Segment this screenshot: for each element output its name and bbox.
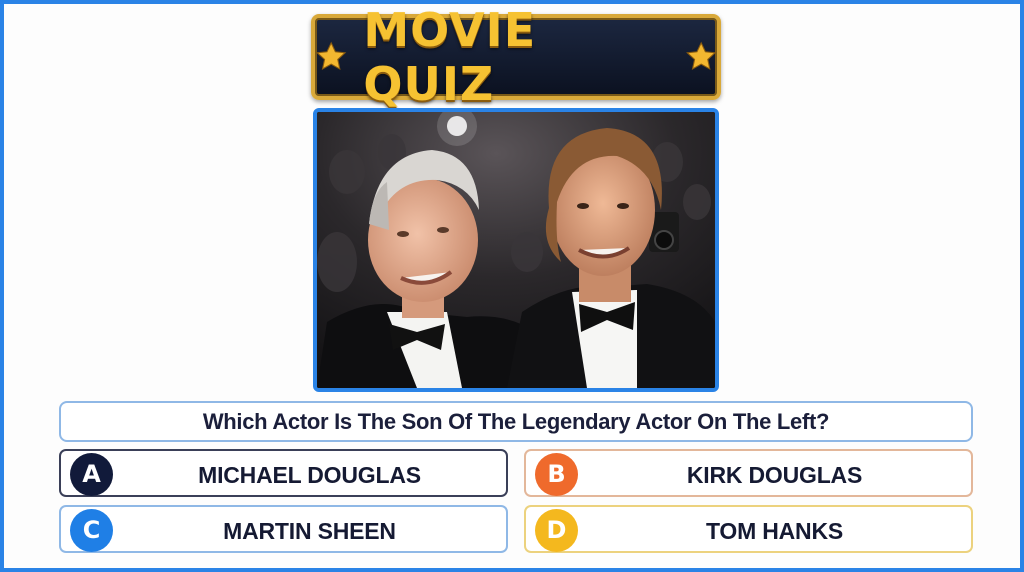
quiz-photo xyxy=(313,108,719,392)
answer-letter-badge: B xyxy=(535,453,578,496)
answer-letter-badge: C xyxy=(70,509,113,552)
star-icon xyxy=(316,41,347,71)
quiz-title: MOVIE QUIZ xyxy=(363,3,537,111)
answer-label: MICHAEL DOUGLAS xyxy=(198,462,421,488)
answer-letter-badge: D xyxy=(535,509,578,552)
question-box: Which Actor Is The Son Of The Legendary … xyxy=(59,401,973,442)
answer-option-d[interactable]: D TOM HANKS xyxy=(524,505,973,553)
answer-option-a[interactable]: A MICHAEL DOUGLAS xyxy=(59,449,508,497)
title-banner: MOVIE QUIZ xyxy=(311,3,721,111)
photo-two-men-in-tuxedos xyxy=(317,112,715,388)
answer-label: KIRK DOUGLAS xyxy=(686,462,863,488)
answer-label: MARTIN SHEEN xyxy=(223,518,396,544)
star-icon xyxy=(685,41,716,71)
answer-option-b[interactable]: B KIRK DOUGLAS xyxy=(524,449,973,497)
answer-label: TOM HANKS xyxy=(705,518,844,544)
question-text: Which Actor Is The Son Of The Legendary … xyxy=(202,408,830,434)
answer-letter-badge: A xyxy=(70,453,113,496)
answer-option-c[interactable]: C MARTIN SHEEN xyxy=(59,505,508,553)
quiz-frame: MOVIE QUIZ Which Actor Is The Son Of The… xyxy=(0,0,1024,572)
